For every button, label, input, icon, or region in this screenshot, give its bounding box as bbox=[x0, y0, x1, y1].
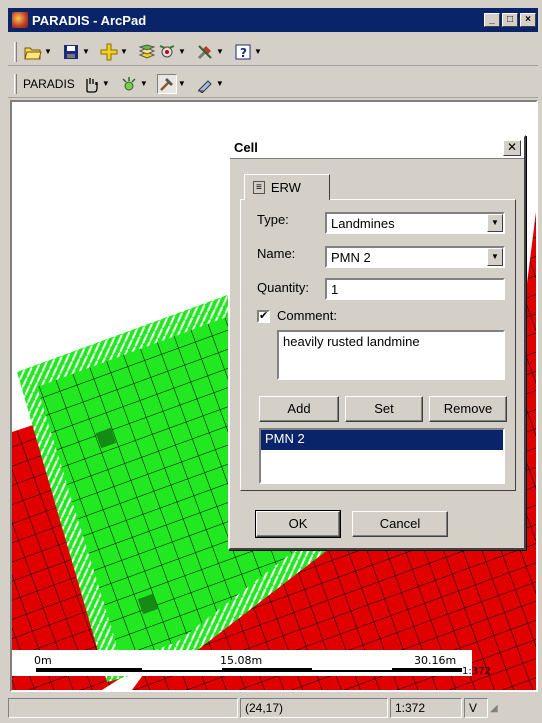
remove-button[interactable]: Remove bbox=[429, 396, 507, 422]
scale-bar bbox=[36, 668, 462, 672]
chevron-down-icon[interactable]: ▼ bbox=[43, 47, 53, 56]
name-select[interactable]: PMN 2 ▼ bbox=[325, 246, 505, 268]
dialog-title-bar[interactable]: Cell ✕ bbox=[230, 137, 524, 159]
cancel-button[interactable]: Cancel bbox=[352, 511, 448, 537]
pan-hand-icon[interactable] bbox=[81, 74, 101, 94]
name-select-value: PMN 2 bbox=[331, 250, 371, 265]
toolbar-grip[interactable] bbox=[14, 73, 17, 94]
edit-pen-icon[interactable] bbox=[195, 74, 215, 94]
hammer-icon[interactable] bbox=[156, 73, 177, 94]
comment-value: heavily rusted landmine bbox=[283, 334, 420, 349]
arcpad-app-icon bbox=[12, 12, 28, 28]
status-scale: 1:372 bbox=[390, 698, 462, 718]
chevron-down-icon[interactable]: ▼ bbox=[215, 79, 225, 88]
paradis-toolbar-label: PARADIS bbox=[23, 76, 75, 91]
tab-erw-icon: ≡ bbox=[253, 181, 265, 194]
chevron-down-icon[interactable]: ▼ bbox=[119, 47, 129, 56]
type-select[interactable]: Landmines ▼ bbox=[325, 212, 505, 234]
chevron-down-icon[interactable]: ▼ bbox=[177, 79, 187, 88]
dialog-title: Cell bbox=[234, 140, 258, 155]
erw-tab-panel: Type: Landmines ▼ Name: PMN 2 ▼ Quantity… bbox=[240, 199, 516, 491]
minimize-button[interactable]: _ bbox=[484, 13, 500, 27]
comment-checkbox[interactable]: ✔ bbox=[257, 310, 270, 323]
scale-label-start: 0m bbox=[34, 654, 52, 667]
comment-label: Comment: bbox=[277, 308, 337, 323]
status-mode: V bbox=[464, 698, 488, 718]
chevron-down-icon[interactable]: ▼ bbox=[487, 214, 503, 232]
scale-bar-segment bbox=[142, 668, 222, 670]
chevron-down-icon[interactable]: ▼ bbox=[177, 47, 187, 56]
cell-dialog: Cell ✕ ≡ ERW Type: Landmines ▼ Name: PMN… bbox=[228, 135, 526, 550]
maximize-button[interactable]: □ bbox=[502, 13, 518, 27]
chevron-down-icon[interactable]: ▼ bbox=[215, 47, 225, 56]
chevron-down-icon[interactable]: ▼ bbox=[139, 79, 149, 88]
gps-icon[interactable] bbox=[157, 42, 177, 62]
chevron-down-icon[interactable]: ▼ bbox=[253, 47, 263, 56]
status-bar: (24,17) 1:372 V ◢ bbox=[8, 696, 538, 720]
resize-grip-icon[interactable]: ◢ bbox=[490, 703, 498, 714]
erw-listbox[interactable]: PMN 2 bbox=[259, 428, 505, 484]
set-button[interactable]: Set bbox=[345, 396, 423, 422]
add-button[interactable]: Add bbox=[259, 396, 339, 422]
toolbar-grip[interactable] bbox=[14, 41, 17, 62]
tools-icon[interactable] bbox=[195, 42, 215, 62]
type-select-value: Landmines bbox=[331, 216, 395, 231]
identify-icon[interactable] bbox=[119, 74, 139, 94]
folder-open-icon[interactable] bbox=[23, 42, 43, 62]
dialog-close-button[interactable]: ✕ bbox=[503, 139, 521, 156]
scale-ratio-label: 1:372 bbox=[462, 666, 491, 677]
quantity-label: Quantity: bbox=[257, 280, 310, 295]
window-title-bar[interactable]: PARADIS - ArcPad _ □ × bbox=[8, 8, 538, 32]
chevron-down-icon[interactable]: ▼ bbox=[487, 248, 503, 266]
status-coords: (24,17) bbox=[240, 698, 388, 718]
layers-icon[interactable] bbox=[137, 42, 157, 62]
scale-label-mid: 15.08m bbox=[220, 654, 262, 667]
add-layer-icon[interactable] bbox=[99, 42, 119, 62]
close-button[interactable]: × bbox=[520, 13, 536, 27]
scale-label-end: 30.16m bbox=[414, 654, 456, 667]
window-title: PARADIS - ArcPad bbox=[32, 12, 147, 28]
svg-text:?: ? bbox=[240, 46, 247, 60]
tab-erw[interactable]: ≡ ERW bbox=[244, 174, 330, 200]
chevron-down-icon[interactable]: ▼ bbox=[101, 79, 111, 88]
tab-erw-label: ERW bbox=[270, 180, 301, 195]
chevron-down-icon[interactable]: ▼ bbox=[81, 47, 91, 56]
type-label: Type: bbox=[257, 212, 289, 227]
help-icon[interactable]: ? bbox=[233, 42, 253, 62]
save-icon[interactable] bbox=[61, 42, 81, 62]
name-label: Name: bbox=[257, 246, 296, 261]
main-toolbar: ▼ ▼ ▼ ▼ ▼ ? ▼ bbox=[8, 38, 538, 66]
list-item[interactable]: PMN 2 bbox=[261, 430, 503, 450]
quantity-field[interactable]: 1 bbox=[325, 278, 505, 300]
status-pane-empty bbox=[8, 698, 238, 718]
scale-bar-segment bbox=[312, 668, 392, 670]
ok-button[interactable]: OK bbox=[255, 510, 341, 538]
comment-textarea[interactable]: heavily rusted landmine bbox=[277, 330, 505, 380]
quantity-value: 1 bbox=[331, 282, 339, 297]
paradis-toolbar: PARADIS ▼ ▼ ▼ ▼ bbox=[8, 70, 538, 98]
